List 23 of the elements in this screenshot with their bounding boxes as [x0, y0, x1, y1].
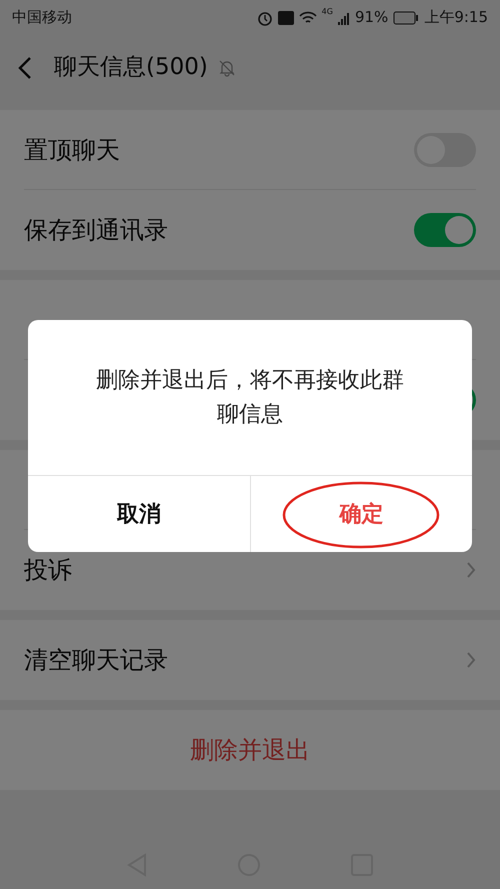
- chevron-right-icon: [466, 561, 476, 579]
- clock-time: 上午9:15: [424, 7, 488, 28]
- dialog-message: 删除并退出后，将不再接收此群聊信息: [95, 366, 405, 428]
- alarm-icon: [256, 10, 273, 26]
- carrier-name: 中国移动: [12, 7, 72, 28]
- row-label: 置顶聊天: [24, 134, 120, 166]
- row-label: 投诉: [24, 555, 72, 586]
- list-row[interactable]: 投诉: [24, 530, 476, 610]
- battery-percent: 91%: [354, 7, 388, 28]
- delete-exit-button[interactable]: 删除并退出: [0, 710, 500, 790]
- row-label: 保存到通讯录: [24, 215, 168, 246]
- network-type: 4G: [322, 6, 333, 18]
- chevron-right-icon: [466, 651, 476, 669]
- battery-icon: [393, 10, 420, 24]
- list-row[interactable]: 清空聊天记录: [24, 620, 476, 700]
- row-label: 清空聊天记录: [24, 645, 168, 676]
- confirm-button[interactable]: 确定: [335, 498, 388, 530]
- cancel-button[interactable]: 取消: [112, 498, 165, 530]
- toggle-switch[interactable]: [414, 213, 476, 247]
- wifi-icon: [298, 10, 317, 24]
- window-title: 聊天信息(500): [54, 53, 208, 82]
- back-icon[interactable]: [18, 56, 32, 80]
- signal-icon: [338, 10, 350, 24]
